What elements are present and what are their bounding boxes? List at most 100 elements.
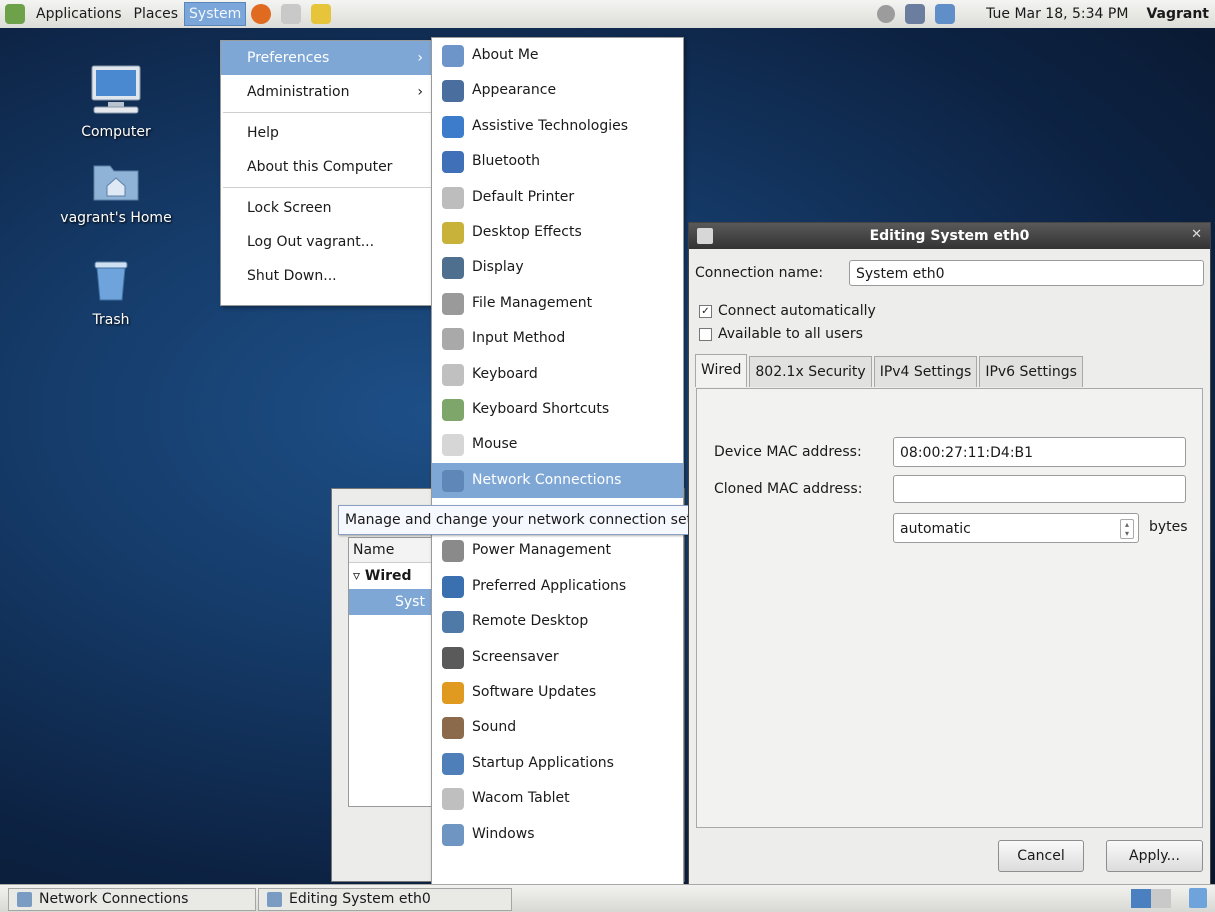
menu-item-administration[interactable]: Administration ›	[221, 75, 433, 109]
menu-item-power[interactable]: Power Management	[432, 533, 683, 568]
firefox-icon[interactable]	[251, 4, 272, 24]
desktop-icon-home[interactable]: vagrant's Home	[56, 158, 176, 226]
device-mac-label: Device MAC address:	[714, 444, 862, 460]
network-window-icon	[697, 228, 713, 244]
chevron-right-icon: ›	[417, 84, 423, 100]
menu-item-display[interactable]: Display	[432, 250, 683, 285]
menu-item-screensaver[interactable]: Screensaver	[432, 640, 683, 675]
menu-item-bluetooth[interactable]: Bluetooth	[432, 144, 683, 179]
menu-item-shut-down[interactable]: Shut Down...	[221, 259, 433, 293]
menu-item-preferred-apps[interactable]: Preferred Applications	[432, 569, 683, 604]
mtu-spinbox[interactable]: automatic ▴ ▾	[893, 513, 1139, 543]
power-icon	[442, 540, 464, 563]
menu-item-mouse[interactable]: Mouse	[432, 427, 683, 462]
list-group-wired[interactable]: ▿ Wired	[349, 563, 439, 589]
tab-ipv6-settings[interactable]: IPv6 Settings	[979, 356, 1083, 387]
menu-item-keyboard-shortcuts[interactable]: Keyboard Shortcuts	[432, 392, 683, 427]
expander-icon[interactable]: ▿	[353, 568, 365, 584]
column-header-name[interactable]: Name	[349, 538, 439, 563]
display-icon	[442, 257, 464, 280]
dialog-titlebar[interactable]: Editing System eth0 ✕	[689, 223, 1210, 249]
places-menu[interactable]: Places	[128, 0, 185, 28]
preferences-submenu: About Me Appearance Assistive Technologies…	[431, 37, 684, 887]
apply-button[interactable]: Apply...	[1106, 840, 1203, 872]
connections-list[interactable]: Name ▿ Wired Syst	[348, 537, 440, 807]
menu-item-label: Desktop Effects	[472, 223, 582, 240]
menu-item-label: Assistive Technologies	[472, 117, 629, 134]
trash-icon[interactable]	[1189, 888, 1207, 908]
connection-name-label: Connection name:	[695, 265, 824, 281]
connect-auto-checkbox[interactable]: ✓ Connect automatically	[699, 303, 876, 319]
menu-item-lock-screen[interactable]: Lock Screen	[221, 191, 433, 225]
connection-name-field[interactable]: System eth0	[849, 260, 1204, 286]
taskbar-editing-eth0[interactable]: Editing System eth0	[258, 888, 512, 911]
network-icon[interactable]	[905, 4, 926, 24]
software-updates-icon	[442, 682, 464, 705]
menu-item-help[interactable]: Help	[221, 116, 433, 150]
network-window-icon	[267, 892, 282, 907]
editing-connection-dialog: Editing System eth0 ✕ Connection name: S…	[688, 222, 1211, 886]
desktop-icon-label: Computer	[81, 124, 151, 140]
menu-item-label: Remote Desktop	[472, 613, 589, 630]
menu-item-label: Administration	[247, 84, 350, 100]
user-name[interactable]: Vagrant	[1146, 6, 1209, 22]
menu-item-label: Input Method	[472, 330, 566, 347]
menu-item-about-computer[interactable]: About this Computer	[221, 150, 433, 184]
cancel-button[interactable]: Cancel	[998, 840, 1084, 872]
menu-item-label: Startup Applications	[472, 754, 614, 771]
menu-item-label: Wacom Tablet	[472, 790, 570, 807]
close-icon[interactable]: ✕	[1191, 227, 1202, 242]
network-connections-icon	[17, 892, 32, 907]
tab-8021x-security[interactable]: 802.1x Security	[749, 356, 872, 387]
menu-item-remote-desktop[interactable]: Remote Desktop	[432, 604, 683, 639]
menu-item-about-me[interactable]: About Me	[432, 38, 683, 73]
desktop-icon-computer[interactable]: Computer	[56, 64, 176, 140]
menu-item-sound[interactable]: Sound	[432, 710, 683, 745]
menu-item-keyboard[interactable]: Keyboard	[432, 357, 683, 392]
applications-menu[interactable]: Applications	[30, 0, 128, 28]
printer-icon	[442, 186, 464, 209]
device-mac-field[interactable]: 08:00:27:11:D4:B1	[893, 437, 1186, 467]
desktop-icon-trash[interactable]: Trash	[51, 256, 171, 328]
tab-wired[interactable]: Wired	[695, 354, 748, 387]
menu-item-preferences[interactable]: Preferences ›	[221, 41, 433, 75]
menu-item-label: Mouse	[472, 436, 518, 453]
menu-item-startup-apps[interactable]: Startup Applications	[432, 746, 683, 781]
menu-item-effects[interactable]: Desktop Effects	[432, 215, 683, 250]
windows-icon	[442, 823, 464, 846]
menu-item-file-management[interactable]: File Management	[432, 286, 683, 321]
remote-desktop-icon	[442, 611, 464, 634]
menu-item-accessibility[interactable]: Assistive Technologies	[432, 109, 683, 144]
menu-item-label: Screensaver	[472, 648, 559, 665]
menu-item-appearance[interactable]: Appearance	[432, 73, 683, 108]
applications-icon[interactable]	[5, 4, 25, 24]
tab-ipv4-settings[interactable]: IPv4 Settings	[873, 356, 978, 387]
clock[interactable]: Tue Mar 18, 5:34 PM	[986, 6, 1128, 22]
menu-item-log-out[interactable]: Log Out vagrant...	[221, 225, 433, 259]
startup-apps-icon	[442, 752, 464, 775]
menu-item-network-connections[interactable]: Network Connections	[432, 462, 683, 499]
all-users-checkbox[interactable]: Available to all users	[699, 326, 863, 342]
volume-icon[interactable]	[877, 5, 896, 23]
workspace-switcher[interactable]	[1131, 889, 1171, 908]
menu-item-software-updates[interactable]: Software Updates	[432, 675, 683, 710]
cloned-mac-field[interactable]	[893, 475, 1186, 503]
mtu-value: automatic	[900, 521, 971, 537]
menu-item-input-method[interactable]: Input Method	[432, 321, 683, 356]
keyboard-icon	[442, 363, 464, 386]
chevron-right-icon: ›	[417, 50, 423, 66]
screensaver-icon	[442, 646, 464, 669]
menu-item-printer[interactable]: Default Printer	[432, 180, 683, 215]
list-item[interactable]: Syst	[349, 589, 439, 615]
system-menu[interactable]: System	[184, 2, 247, 26]
notes-icon[interactable]	[311, 4, 332, 24]
spin-arrows-icon[interactable]: ▴ ▾	[1120, 519, 1134, 539]
menu-item-wacom[interactable]: Wacom Tablet	[432, 781, 683, 816]
menu-item-windows[interactable]: Windows	[432, 817, 683, 852]
mail-icon[interactable]	[281, 4, 302, 24]
wired-tab-panel: Device MAC address: 08:00:27:11:D4:B1 Cl…	[696, 388, 1203, 828]
taskbar-network-connections[interactable]: Network Connections	[8, 888, 256, 911]
appearance-icon	[442, 80, 464, 103]
checkbox-label: Available to all users	[718, 326, 863, 342]
update-icon[interactable]	[935, 4, 956, 24]
